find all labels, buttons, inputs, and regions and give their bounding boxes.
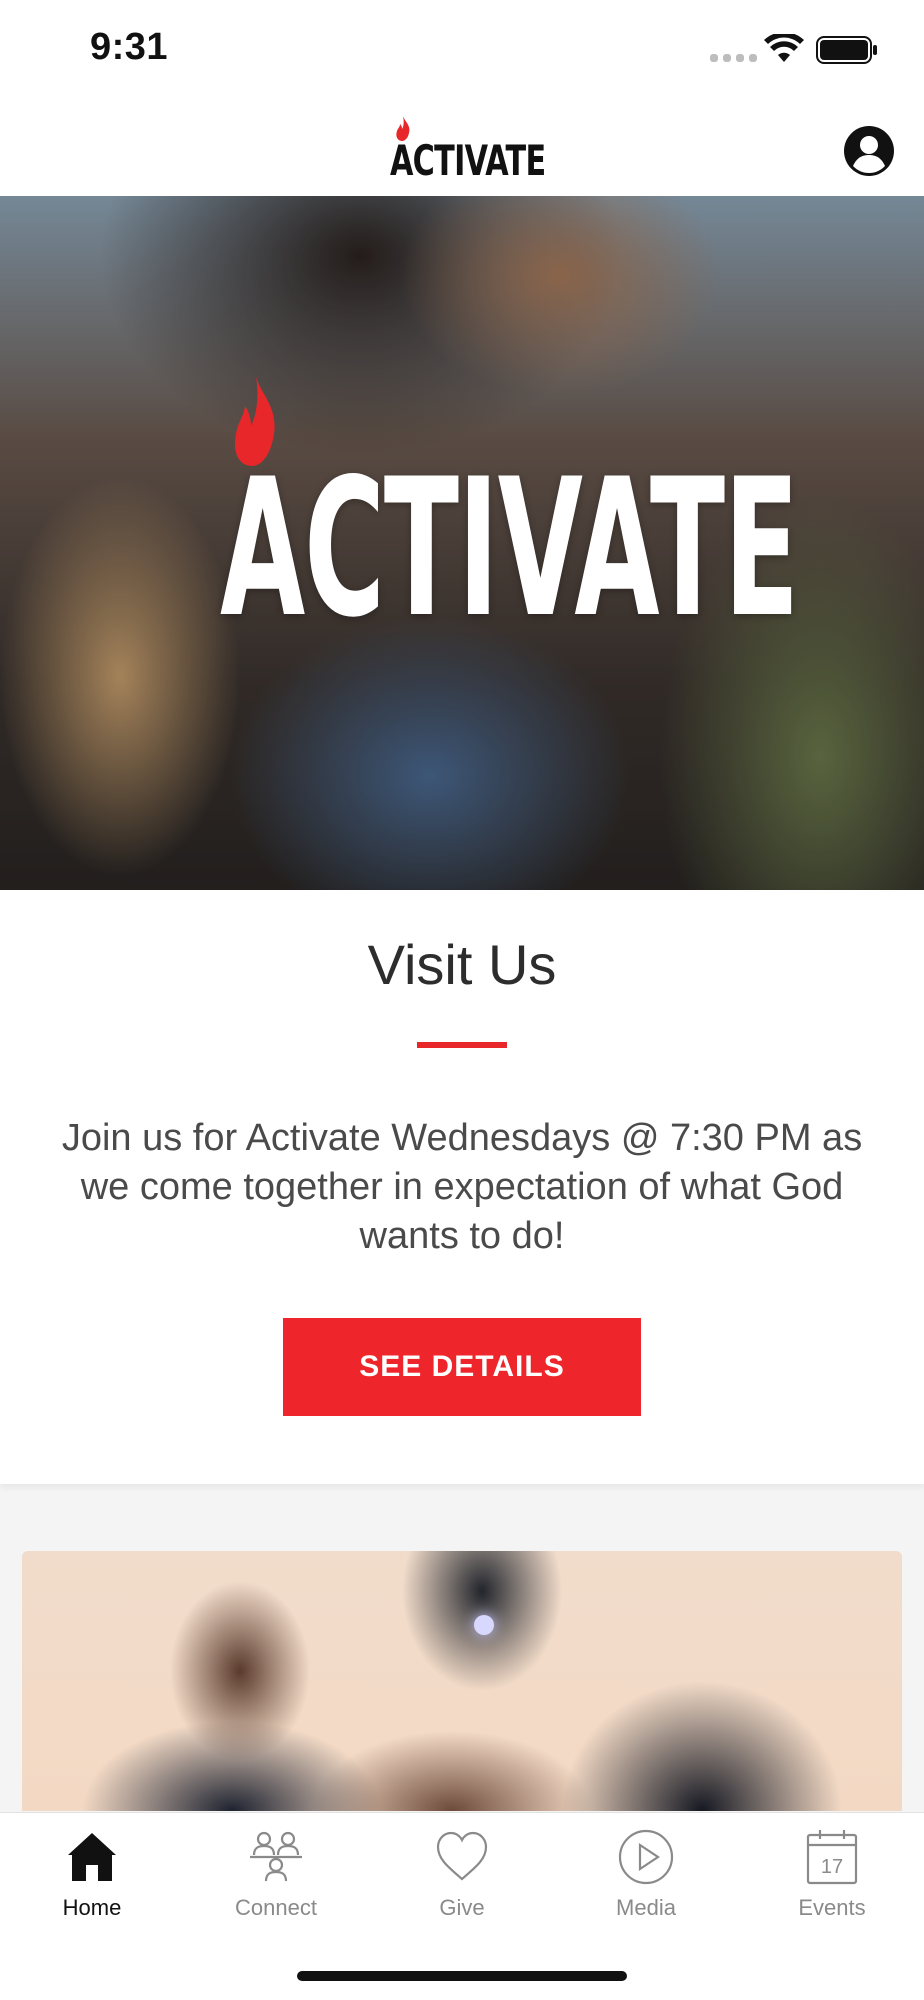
see-details-button[interactable]: SEE DETAILS — [283, 1318, 641, 1416]
tab-home[interactable]: Home — [12, 1827, 172, 1937]
header-logo-text: ACTIVATE — [390, 136, 546, 185]
header-logo[interactable]: ACTIVATE — [388, 114, 546, 186]
wifi-icon — [764, 34, 804, 62]
svg-text:17: 17 — [821, 1856, 843, 1878]
tab-label: Home — [62, 1895, 122, 1920]
visit-us-card: Visit Us Join us for Activate Wednesdays… — [0, 890, 924, 1484]
tab-label: Events — [798, 1895, 866, 1920]
people-icon — [250, 1831, 302, 1882]
feed-card-image[interactable] — [22, 1551, 902, 1811]
tab-label: Give — [439, 1895, 485, 1920]
home-indicator — [297, 1971, 627, 1981]
visit-description: Join us for Activate Wednesdays @ 7:30 P… — [61, 1117, 863, 1257]
tab-give[interactable]: Give — [382, 1827, 542, 1937]
tab-events[interactable]: 17 Events — [752, 1827, 912, 1937]
hero-title: ACTIVATE — [220, 438, 799, 659]
status-time: 9:31 — [90, 26, 169, 68]
tab-label: Media — [616, 1895, 676, 1920]
visit-title: Visit Us — [367, 933, 557, 996]
calendar-icon: 17 — [806, 1830, 858, 1885]
hero-banner[interactable]: ACTIVATE — [0, 196, 924, 890]
user-circle-icon[interactable] — [842, 124, 896, 178]
heart-icon — [436, 1831, 488, 1881]
tab-connect[interactable]: Connect — [196, 1827, 356, 1937]
tab-label: Connect — [235, 1895, 317, 1920]
title-divider — [417, 1042, 507, 1048]
tab-media[interactable]: Media — [566, 1827, 726, 1937]
app-header: ACTIVATE — [0, 100, 924, 196]
play-icon — [618, 1829, 674, 1885]
home-icon — [68, 1833, 116, 1881]
battery-icon — [816, 36, 877, 64]
cellular-signal-icon — [710, 54, 757, 62]
status-bar: 9:31 — [0, 0, 924, 100]
